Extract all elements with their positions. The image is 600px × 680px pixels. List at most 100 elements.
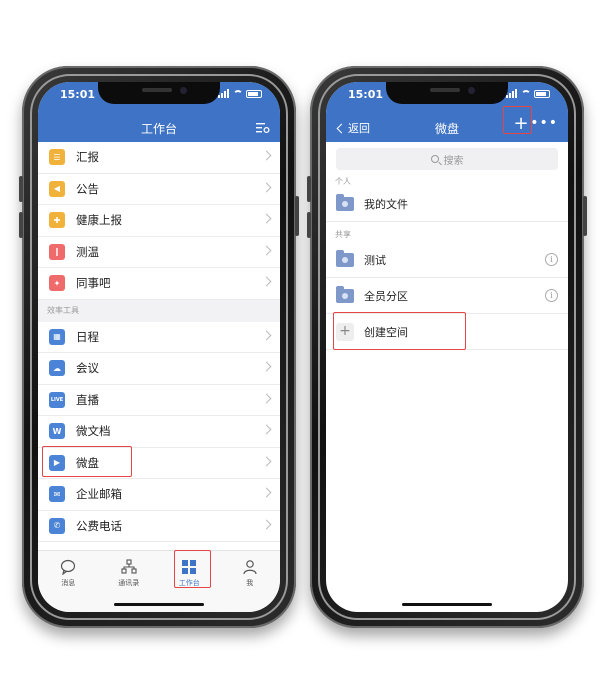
shared-folder-icon <box>336 249 354 267</box>
tab-label: 工作台 <box>178 579 200 587</box>
workbench-item[interactable]: LIVE 直播 <box>38 384 280 416</box>
page-title: 工作台 <box>140 122 177 136</box>
tab-label: 消息 <box>61 579 76 587</box>
notch <box>98 82 220 104</box>
report-icon: ☰ <box>49 149 65 166</box>
shared-space-item[interactable]: 全员分区 i <box>326 278 568 314</box>
workbench-item[interactable]: W 微文档 <box>38 416 280 448</box>
workbench-item-label: 公告 <box>76 181 99 196</box>
status-time: 15:01 <box>348 88 384 101</box>
calendar-icon: ▦ <box>49 328 65 345</box>
chevron-right-icon <box>261 519 272 529</box>
workbench-item[interactable]: ✦ 同事吧 <box>38 268 280 300</box>
wifi-icon <box>521 89 531 98</box>
workbench-item-label: 企业邮箱 <box>76 487 122 502</box>
my-files-item[interactable]: 我的文件 <box>326 186 568 222</box>
chevron-right-icon <box>261 245 272 255</box>
shared-space-label: 全员分区 <box>364 289 408 303</box>
add-button[interactable]: + <box>511 115 531 135</box>
workbench-item[interactable]: ▶ 微盘 <box>38 447 280 479</box>
workbench-item-label: 测温 <box>76 244 99 259</box>
chevron-right-icon <box>261 213 272 224</box>
workbench-icon <box>181 559 197 575</box>
shared-section-label: 共享 <box>335 230 351 239</box>
workbench-item[interactable]: ✉ 企业邮箱 <box>38 479 280 511</box>
battery-icon <box>246 89 262 98</box>
plus-icon: + <box>336 322 354 341</box>
chevron-right-icon <box>261 424 272 435</box>
chevron-right-icon <box>261 487 272 498</box>
megaphone-icon: ◀ <box>49 180 65 197</box>
workbench-item-label: 会议 <box>76 361 99 376</box>
status-icons <box>506 89 550 98</box>
home-indicator <box>402 603 492 606</box>
workbench-item[interactable]: ❙ 测温 <box>38 236 280 268</box>
drive-icon: ▶ <box>49 454 65 471</box>
shared-space-label: 测试 <box>364 253 386 267</box>
efficiency-tools-section-label: 效率工具 <box>38 299 280 322</box>
chevron-right-icon <box>261 361 272 372</box>
power-button <box>295 196 299 236</box>
meeting-cloud-icon: ☁ <box>49 360 65 377</box>
chevron-right-icon <box>261 182 272 192</box>
workbench-item[interactable]: ✆ 公费电话 <box>38 510 280 542</box>
volume-up-button <box>307 176 311 202</box>
info-icon[interactable]: i <box>545 253 558 266</box>
doc-w-icon: W <box>49 423 65 440</box>
search-input[interactable]: 搜索 <box>336 148 558 170</box>
workbench-item-label: 日程 <box>76 329 99 344</box>
workbench-item[interactable]: ☁ 会议 <box>38 353 280 385</box>
workbench-item-label: 同事吧 <box>76 276 111 291</box>
tab-label: 通讯录 <box>118 579 140 587</box>
live-icon: LIVE <box>49 391 65 408</box>
tab-profile[interactable]: 我 <box>220 551 281 612</box>
colleague-circle-icon: ✦ <box>49 275 65 292</box>
folder-icon <box>336 193 354 211</box>
home-indicator <box>114 603 204 606</box>
workbench-item[interactable]: ◀ 公告 <box>38 173 280 205</box>
workbench-item[interactable]: ▦ 日程 <box>38 321 280 353</box>
right-phone-frame: 15:01 返回 微盘 + ••• 搜索 个人 我的文件 共享 测试 i 全员分… <box>307 66 587 628</box>
right-screen: 15:01 返回 微盘 + ••• 搜索 个人 我的文件 共享 测试 i 全员分… <box>326 82 568 612</box>
workbench-list: ☰ 汇报 ◀ 公告 ✚ 健康上报 ❙ 测温 ✦ 同事吧效率工具 ▦ 日程 ☁ 会议 LIVE 直播 W 微文档 ▶ 微… <box>38 142 280 542</box>
thermometer-icon: ❙ <box>49 243 65 260</box>
workbench-item[interactable]: ☰ 汇报 <box>38 142 280 174</box>
workbench-item-label: 汇报 <box>76 150 99 165</box>
status-icons <box>218 89 262 98</box>
info-icon[interactable]: i <box>545 289 558 302</box>
status-time: 15:01 <box>60 88 96 101</box>
message-icon <box>60 559 76 575</box>
search-placeholder: 搜索 <box>443 155 464 167</box>
workbench-item-label: 微盘 <box>76 455 99 470</box>
tab-label: 我 <box>246 579 254 587</box>
profile-icon <box>242 559 258 575</box>
chevron-right-icon <box>261 276 272 287</box>
shared-folder-icon <box>336 285 354 303</box>
workbench-item[interactable]: ✚ 健康上报 <box>38 205 280 237</box>
contacts-icon <box>121 559 137 575</box>
wifi-icon <box>233 89 243 98</box>
mail-icon: ✉ <box>49 486 65 503</box>
volume-down-button <box>307 212 311 238</box>
create-space-button[interactable]: + 创建空间 <box>326 314 568 350</box>
power-button <box>583 196 587 236</box>
shared-space-item[interactable]: 测试 i <box>326 242 568 278</box>
workbench-item-label: 微文档 <box>76 424 111 439</box>
my-files-label: 我的文件 <box>364 197 408 211</box>
tab-message[interactable]: 消息 <box>38 551 99 612</box>
left-phone-frame: 15:01 工作台 ☰ 汇报 ◀ 公告 ✚ 健康上报 ❙ 测温 ✦ 同事吧效率工具 ▦ 日程 ☁ 会议 LI… <box>19 66 299 628</box>
volume-down-button <box>19 212 23 238</box>
notch <box>386 82 508 104</box>
chevron-right-icon <box>261 150 272 161</box>
left-screen: 15:01 工作台 ☰ 汇报 ◀ 公告 ✚ 健康上报 ❙ 测温 ✦ 同事吧效率工具 ▦ 日程 ☁ 会议 LI… <box>38 82 280 612</box>
chevron-right-icon <box>261 393 272 403</box>
settings-icon[interactable] <box>256 119 270 134</box>
workbench-item-label: 直播 <box>76 392 99 407</box>
chevron-right-icon <box>261 330 272 340</box>
battery-icon <box>534 89 550 98</box>
volume-up-button <box>19 176 23 202</box>
create-space-label: 创建空间 <box>364 325 408 339</box>
workbench-item-label: 健康上报 <box>76 213 122 228</box>
search-icon <box>430 155 439 163</box>
more-icon[interactable]: ••• <box>530 115 558 131</box>
